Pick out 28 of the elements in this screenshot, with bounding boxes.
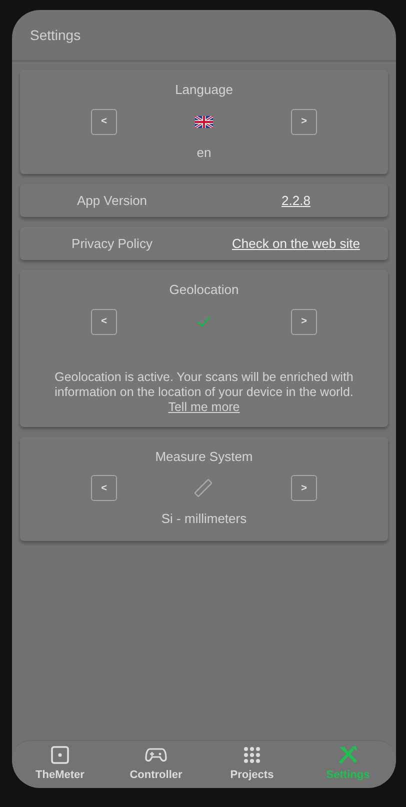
- nav-tab[interactable]: Settings: [300, 741, 396, 788]
- tools-icon: [337, 745, 359, 766]
- description-text: Geolocation is active. Your scans will be enriched with information on the location of your device in the world.: [54, 370, 354, 400]
- selected-value: Si - millimeters: [161, 510, 247, 528]
- arrow-button[interactable]: >: [291, 108, 317, 134]
- arrow-button[interactable]: >: [291, 308, 317, 334]
- card-title: Geolocation: [169, 281, 239, 299]
- arrow-button[interactable]: >: [291, 475, 317, 501]
- row-label: Privacy Policy: [70, 234, 154, 253]
- tell-more-link[interactable]: Tell me more: [168, 400, 240, 414]
- arrow-button[interactable]: <: [91, 108, 117, 134]
- arrow-button[interactable]: <: [91, 475, 117, 501]
- nav-tab[interactable]: Controller: [108, 741, 204, 788]
- ruler-icon: [194, 478, 214, 498]
- row-link[interactable]: Check on the web site: [232, 234, 360, 254]
- card-title: Language: [175, 81, 233, 99]
- check-icon: [196, 314, 212, 328]
- nav-tab[interactable]: Projects: [204, 741, 300, 788]
- grid-icon: [243, 746, 261, 764]
- row-link[interactable]: 2.2.8: [282, 190, 310, 210]
- arrow-button[interactable]: <: [91, 308, 117, 334]
- selected-value: en: [196, 144, 212, 162]
- gamepad-icon: [145, 746, 167, 764]
- page-title: Settings: [30, 26, 81, 45]
- row-label: App Version: [76, 192, 148, 210]
- card-title: Measure System: [155, 448, 253, 466]
- nav-tab[interactable]: TheMeter: [12, 741, 108, 788]
- uk-flag-icon: [195, 116, 213, 128]
